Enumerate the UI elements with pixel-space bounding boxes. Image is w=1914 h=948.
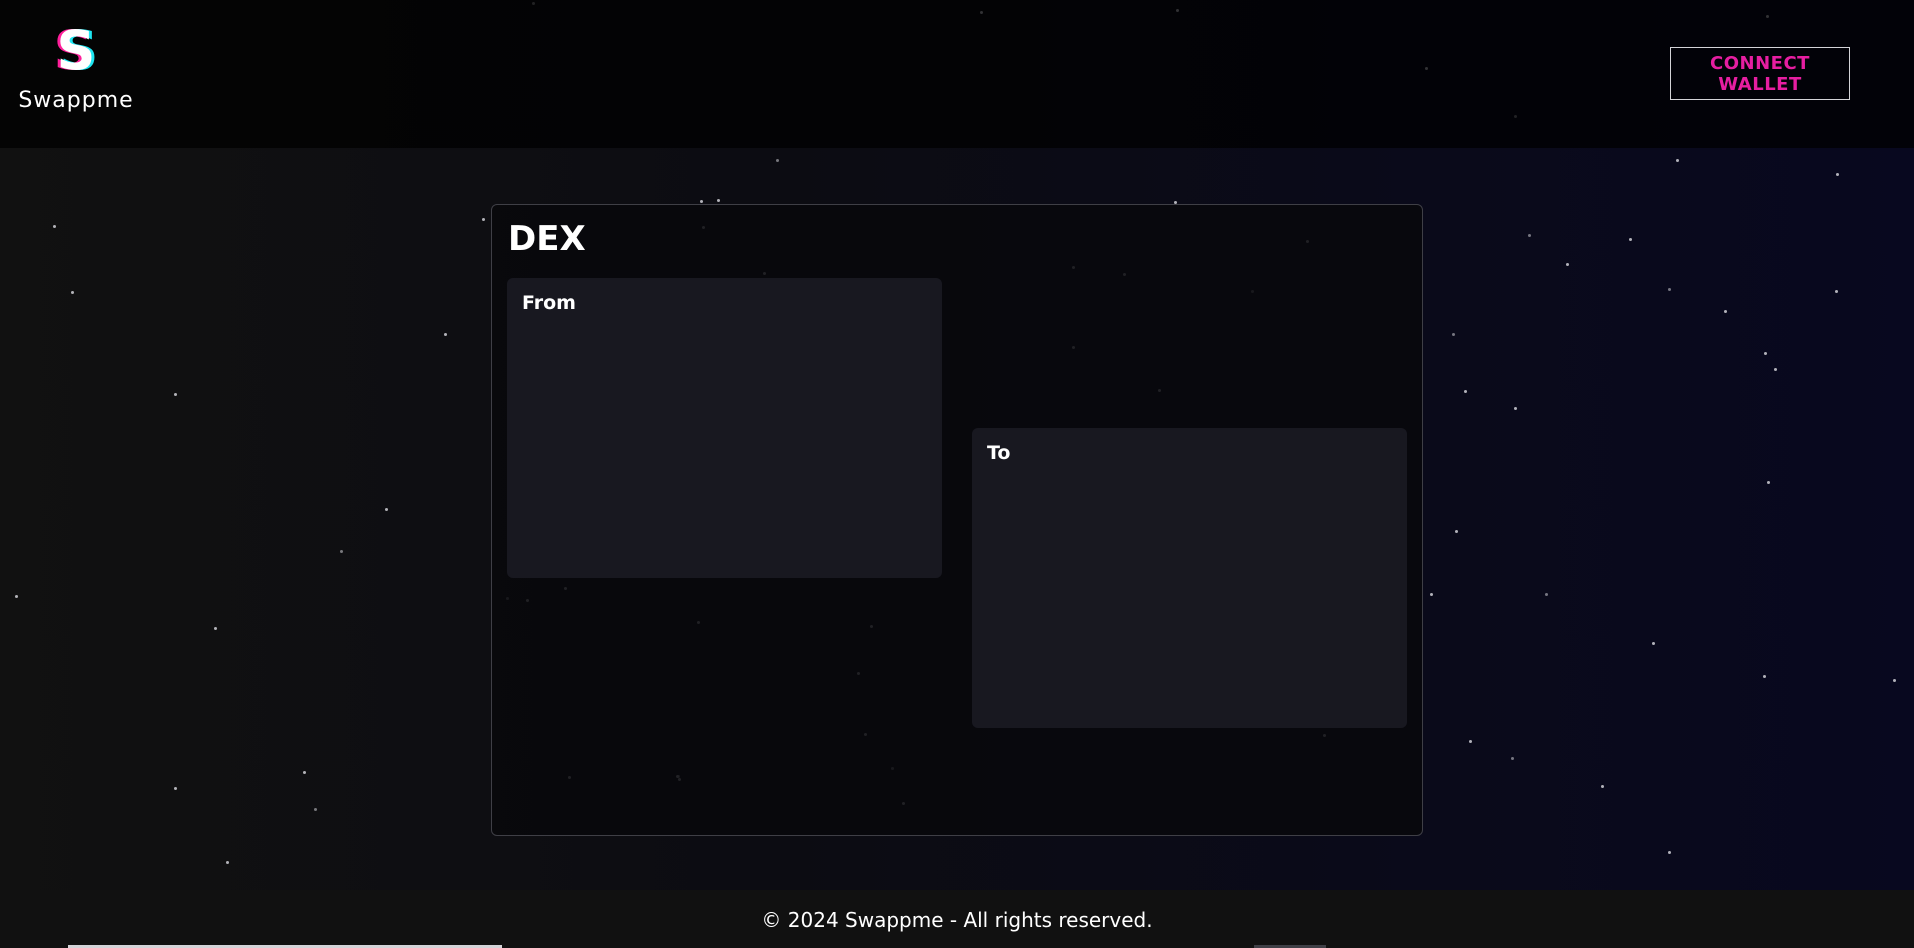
background-star bbox=[1652, 642, 1655, 645]
site-footer: © 2024 Swappme - All rights reserved. bbox=[0, 890, 1914, 948]
background-star bbox=[482, 218, 485, 221]
background-star bbox=[1676, 159, 1679, 162]
background-star bbox=[1763, 675, 1766, 678]
background-star bbox=[1514, 407, 1517, 410]
background-star bbox=[1764, 352, 1767, 355]
background-star bbox=[1724, 310, 1727, 313]
background-star bbox=[1464, 390, 1467, 393]
background-star bbox=[53, 225, 56, 228]
background-star bbox=[1629, 238, 1632, 241]
background-star bbox=[717, 199, 720, 202]
brand-name: Swappme bbox=[18, 88, 134, 113]
background-star bbox=[340, 550, 343, 553]
to-label: To bbox=[987, 442, 1011, 464]
brand-logo-mark: S bbox=[56, 19, 96, 82]
background-star bbox=[1668, 851, 1671, 854]
background-star bbox=[1836, 173, 1839, 176]
background-star bbox=[1835, 290, 1838, 293]
background-star bbox=[1774, 368, 1777, 371]
background-star bbox=[1767, 481, 1770, 484]
background-star bbox=[303, 771, 306, 774]
background-star bbox=[174, 787, 177, 790]
background-star bbox=[1430, 593, 1433, 596]
to-token-panel[interactable]: To bbox=[972, 428, 1407, 728]
background-star bbox=[1511, 757, 1514, 760]
background-star bbox=[1452, 333, 1455, 336]
brand-logo[interactable]: S Swappme bbox=[18, 19, 134, 114]
background-star bbox=[700, 200, 703, 203]
copyright-text: © 2024 Swappme - All rights reserved. bbox=[761, 908, 1153, 932]
background-star bbox=[174, 393, 177, 396]
background-star bbox=[214, 627, 217, 630]
dex-title: DEX bbox=[508, 219, 586, 259]
background-star bbox=[226, 861, 229, 864]
background-star bbox=[71, 291, 74, 294]
connect-wallet-button[interactable]: CONNECT WALLET bbox=[1670, 47, 1850, 100]
background-star bbox=[444, 333, 447, 336]
dex-panel: DEX From To bbox=[491, 204, 1423, 836]
top-navigation: S Swappme CONNECT WALLET bbox=[0, 0, 1914, 148]
from-label: From bbox=[522, 292, 576, 314]
from-token-panel[interactable]: From bbox=[507, 278, 942, 578]
swappme-page: S Swappme CONNECT WALLET DEX From To © 2… bbox=[0, 0, 1914, 948]
background-star bbox=[1668, 288, 1671, 291]
background-star bbox=[385, 508, 388, 511]
background-star bbox=[1528, 234, 1531, 237]
background-star bbox=[1455, 530, 1458, 533]
background-star bbox=[15, 595, 18, 598]
background-star bbox=[1601, 785, 1604, 788]
background-star bbox=[1566, 263, 1569, 266]
background-star bbox=[1893, 679, 1896, 682]
background-star bbox=[314, 808, 317, 811]
background-star bbox=[1545, 593, 1548, 596]
background-star bbox=[776, 159, 779, 162]
background-star bbox=[1469, 740, 1472, 743]
